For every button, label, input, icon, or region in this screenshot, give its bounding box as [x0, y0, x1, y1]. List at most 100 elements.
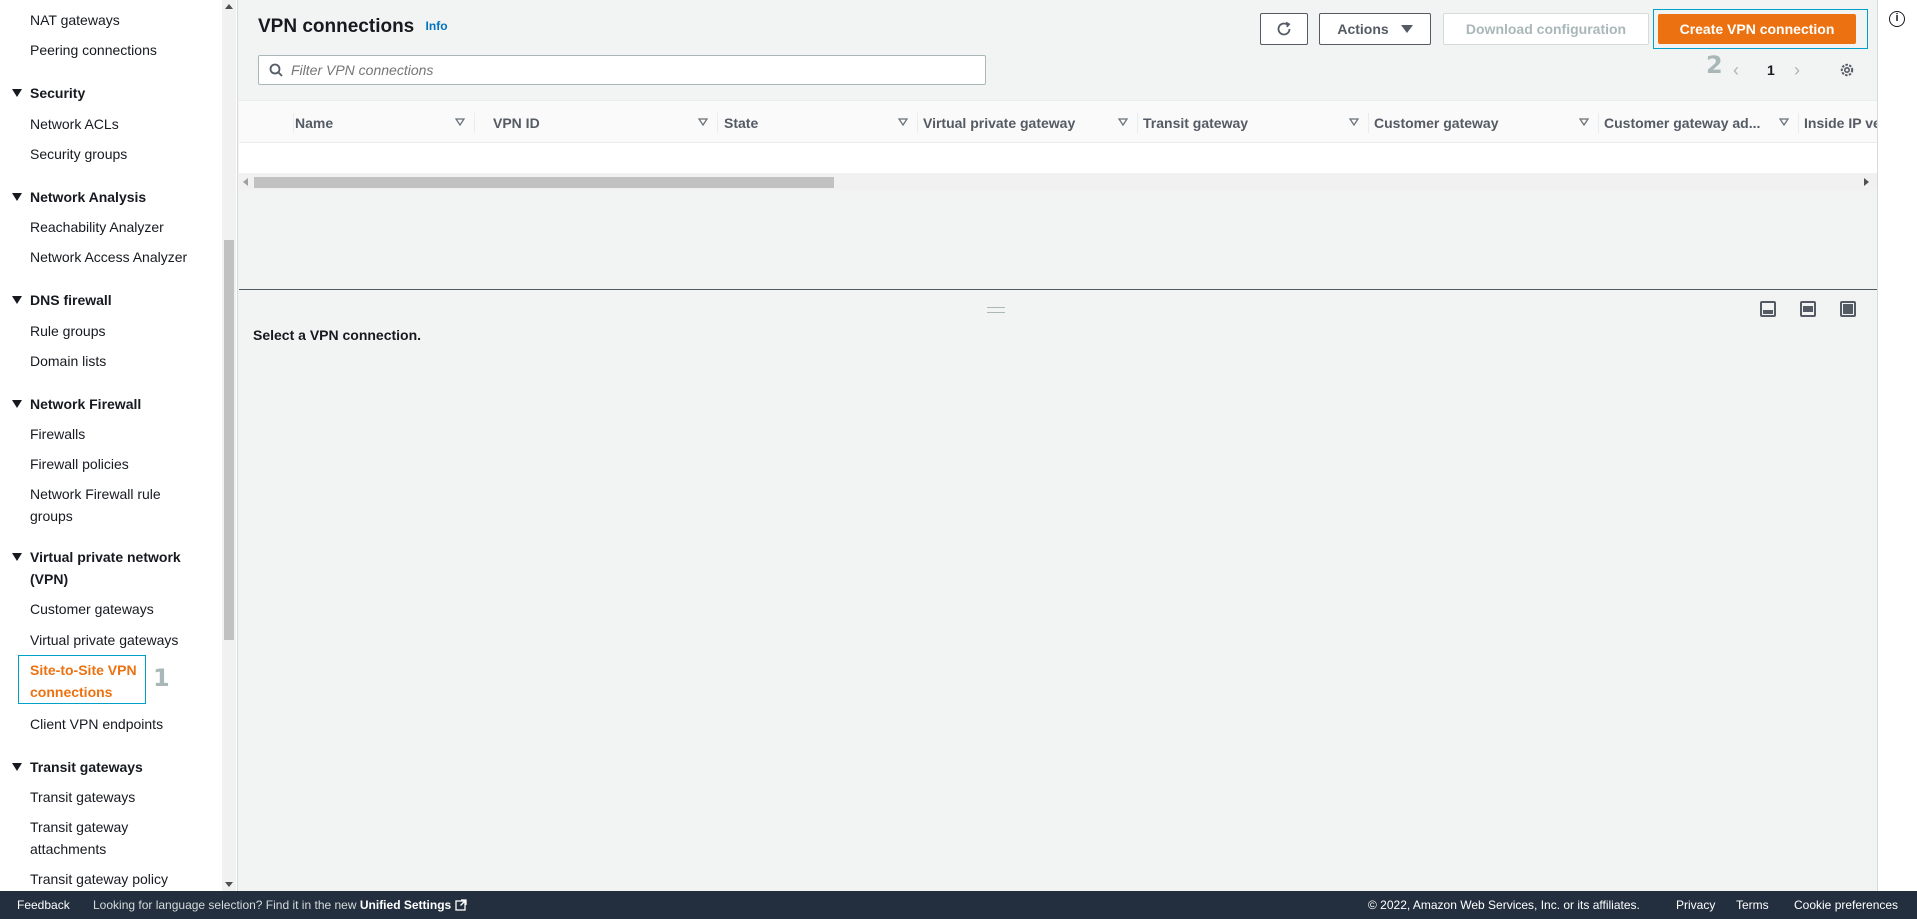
- privacy-link[interactable]: Privacy: [1676, 898, 1715, 912]
- sidebar-scrollbar[interactable]: [222, 0, 236, 891]
- cookie-preferences-link[interactable]: Cookie preferences: [1794, 898, 1898, 912]
- sidebar-item-label: Security groups: [30, 146, 128, 162]
- sidebar-item-network-access-analyzer[interactable]: Network Access Analyzer: [0, 246, 205, 268]
- caret-down-icon: [12, 296, 22, 304]
- step-marker-2: 2: [1706, 51, 1723, 79]
- column-header[interactable]: Customer gateway: [1374, 101, 1599, 142]
- search-icon: [269, 63, 283, 77]
- sidebar-nav: NAT gateways Peering connections Security N…: [0, 0, 238, 891]
- page-title-text: VPN connections: [258, 16, 415, 37]
- sidebar-section-label: Transit gateways: [30, 759, 143, 775]
- sidebar-section-network-firewall[interactable]: Network Firewall: [0, 393, 205, 415]
- split-bottom-icon[interactable]: [1760, 301, 1776, 317]
- sidebar-item-label: Network Access Analyzer: [30, 249, 188, 265]
- sidebar-item-reachability-analyzer[interactable]: Reachability Analyzer: [0, 216, 205, 238]
- create-vpn-connection-button[interactable]: Create VPN connection: [1658, 14, 1856, 44]
- column-header[interactable]: Virtual private gateway: [923, 101, 1138, 142]
- caret-down-icon: [1400, 25, 1413, 33]
- column-divider[interactable]: [1368, 113, 1369, 133]
- unified-settings-link[interactable]: Unified Settings: [360, 898, 451, 912]
- column-header-label: Virtual private gateway: [923, 114, 1076, 131]
- search-field[interactable]: [258, 55, 986, 85]
- column-divider[interactable]: [474, 113, 475, 133]
- sidebar-item-security-groups[interactable]: Security groups: [0, 143, 205, 165]
- info-icon[interactable]: i: [1889, 11, 1905, 27]
- table-header: Name VPN ID State Virtual private gateway Tr…: [239, 100, 1877, 143]
- sort-icon[interactable]: [455, 118, 465, 126]
- split-full-icon[interactable]: [1840, 301, 1856, 317]
- column-header[interactable]: State: [724, 101, 918, 142]
- sidebar-item-rule-groups[interactable]: Rule groups: [0, 320, 205, 342]
- split-panel: Select a VPN connection.: [239, 289, 1877, 891]
- sidebar-item-label: Rule groups: [30, 323, 106, 339]
- sidebar-section-virtual-private-network-vpn[interactable]: Virtual private network (VPN): [0, 546, 205, 590]
- sort-icon[interactable]: [1349, 118, 1359, 126]
- sidebar-item-client-vpn-endpoints[interactable]: Client VPN endpoints: [0, 713, 205, 735]
- column-header[interactable]: Customer gateway ad...: [1604, 101, 1799, 142]
- sidebar-item-network-firewall-rule-groups[interactable]: Network Firewall rule groups: [0, 483, 205, 527]
- download-configuration-button[interactable]: Download configuration: [1443, 13, 1649, 45]
- page-title: VPN connections Info: [258, 16, 448, 38]
- sidebar-item-nat-gateways[interactable]: NAT gateways: [0, 9, 205, 31]
- sidebar-item-label: Network Firewall rule groups: [30, 486, 161, 524]
- search-input[interactable]: [291, 62, 971, 78]
- info-link[interactable]: Info: [426, 19, 448, 33]
- scroll-down-arrow-icon[interactable]: [225, 882, 233, 887]
- scroll-left-arrow-icon[interactable]: [243, 178, 248, 186]
- column-divider[interactable]: [717, 113, 718, 133]
- column-divider[interactable]: [1798, 113, 1799, 133]
- split-panel-resize-handle[interactable]: [987, 307, 1005, 313]
- caret-down-icon: [12, 89, 22, 97]
- sidebar-item-peering-connections[interactable]: Peering connections: [0, 39, 205, 61]
- split-side-icon[interactable]: [1800, 301, 1816, 317]
- scrollbar-thumb[interactable]: [224, 240, 234, 640]
- sort-icon[interactable]: [698, 118, 708, 126]
- column-header[interactable]: Transit gateway: [1143, 101, 1369, 142]
- language-notice: Looking for language selection? Find it …: [93, 898, 467, 912]
- sort-icon[interactable]: [898, 118, 908, 126]
- sidebar-item-label: Firewall policies: [30, 456, 129, 472]
- actions-dropdown[interactable]: Actions: [1319, 13, 1431, 45]
- sidebar-section-transit-gateways[interactable]: Transit gateways: [0, 756, 205, 778]
- prev-page-icon[interactable]: ‹: [1733, 55, 1739, 85]
- sidebar-section-security[interactable]: Security: [0, 82, 205, 104]
- terms-link[interactable]: Terms: [1736, 898, 1769, 912]
- sidebar-section-dns-firewall[interactable]: DNS firewall: [0, 289, 205, 311]
- sidebar-item-label: Reachability Analyzer: [30, 219, 164, 235]
- sort-icon[interactable]: [1779, 118, 1789, 126]
- horizontal-scrollbar-thumb[interactable]: [254, 177, 834, 188]
- vpn-connections-table: Name VPN ID State Virtual private gateway Tr…: [239, 100, 1877, 290]
- column-divider[interactable]: [1598, 113, 1599, 133]
- sidebar-item-domain-lists[interactable]: Domain lists: [0, 350, 205, 372]
- sidebar-section-label: Network Analysis: [30, 189, 147, 205]
- column-header[interactable]: Name: [295, 101, 475, 142]
- sidebar-item-firewalls[interactable]: Firewalls: [0, 423, 205, 445]
- sidebar-item-label: NAT gateways: [30, 12, 120, 28]
- scroll-up-arrow-icon[interactable]: [225, 4, 233, 9]
- preferences-gear-icon[interactable]: [1839, 55, 1855, 85]
- sort-icon[interactable]: [1118, 118, 1128, 126]
- sidebar-item-customer-gateways[interactable]: Customer gateways: [0, 598, 205, 620]
- sort-icon[interactable]: [1579, 118, 1589, 126]
- language-notice-text: Looking for language selection? Find it …: [93, 898, 357, 912]
- column-divider[interactable]: [1137, 113, 1138, 133]
- sidebar-item-firewall-policies[interactable]: Firewall policies: [0, 453, 205, 475]
- active-item-highlight: [18, 655, 146, 704]
- sidebar-item-transit-gateways[interactable]: Transit gateways: [0, 786, 205, 808]
- page-number[interactable]: 1: [1767, 55, 1775, 85]
- table-horizontal-scrollbar[interactable]: [239, 173, 1877, 190]
- column-header[interactable]: Inside IP ve: [1804, 101, 1877, 142]
- sidebar-section-network-analysis[interactable]: Network Analysis: [0, 186, 205, 208]
- external-link-icon: [454, 899, 467, 911]
- next-page-icon[interactable]: ›: [1794, 55, 1800, 85]
- refresh-button[interactable]: [1260, 13, 1308, 45]
- sidebar-item-virtual-private-gateways[interactable]: Virtual private gateways: [0, 629, 205, 651]
- sidebar-item-transit-gateway-policy[interactable]: Transit gateway policy: [0, 868, 205, 890]
- column-header[interactable]: VPN ID: [493, 101, 718, 142]
- column-divider[interactable]: [917, 113, 918, 133]
- sidebar-item-network-acls[interactable]: Network ACLs: [0, 113, 205, 135]
- sidebar-item-transit-gateway-attachments[interactable]: Transit gateway attachments: [0, 816, 205, 860]
- scroll-right-arrow-icon[interactable]: [1864, 178, 1869, 186]
- refresh-icon: [1277, 21, 1291, 36]
- feedback-link[interactable]: Feedback: [17, 898, 70, 912]
